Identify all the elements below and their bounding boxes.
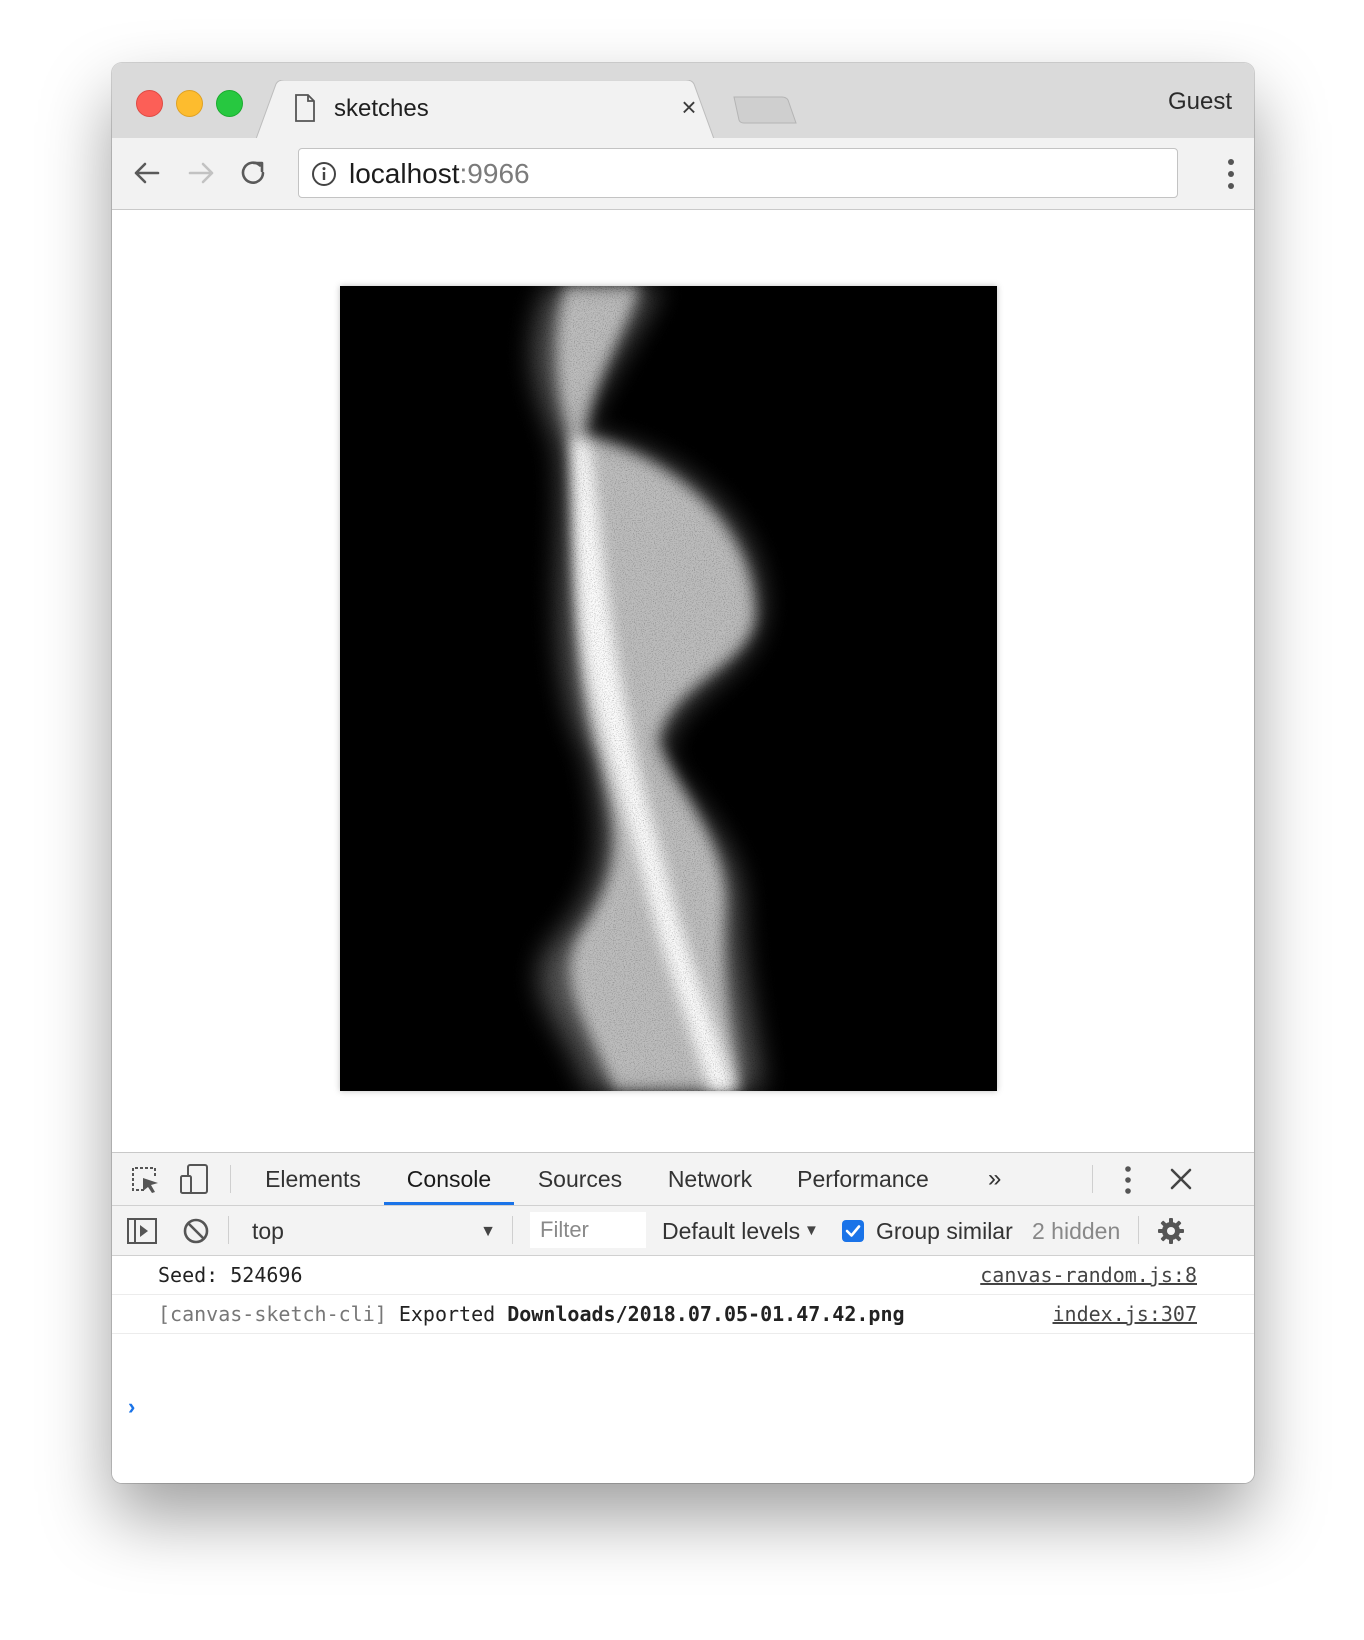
tab-shape xyxy=(256,80,715,139)
console-prompt-icon[interactable]: › xyxy=(128,1394,135,1420)
document-icon xyxy=(295,94,315,122)
url-text: localhost:9966 xyxy=(349,158,530,190)
device-toolbar-icon[interactable] xyxy=(178,1163,210,1195)
console-message: Seed: 524696 canvas-random.js:8 xyxy=(112,1256,1254,1295)
tab-elements[interactable]: Elements xyxy=(246,1153,380,1205)
close-tab-icon[interactable]: × xyxy=(676,94,702,120)
url-port: :9966 xyxy=(459,158,530,189)
filter-input[interactable] xyxy=(530,1212,646,1248)
zoom-window-button[interactable] xyxy=(216,90,243,117)
source-link[interactable]: canvas-random.js:8 xyxy=(980,1263,1197,1287)
hidden-count: 2 hidden xyxy=(1032,1218,1121,1244)
console-message: [canvas-sketch-cli] Exported Downloads/2… xyxy=(112,1295,1254,1334)
minimize-window-button[interactable] xyxy=(176,90,203,117)
log-prefix: [canvas-sketch-cli] xyxy=(158,1302,387,1326)
page-viewport xyxy=(112,210,1254,1153)
context-selector[interactable]: top ▼ xyxy=(240,1216,502,1246)
show-sidebar-icon[interactable] xyxy=(126,1216,158,1246)
tab-network[interactable]: Network xyxy=(646,1153,774,1205)
context-value: top xyxy=(252,1218,284,1244)
clear-console-icon[interactable] xyxy=(182,1217,210,1245)
devtools-panel: Elements Console Sources Network Perform… xyxy=(112,1152,1254,1483)
log-path: Downloads/2018.07.05-01.47.42.png xyxy=(507,1302,905,1326)
log-levels-dropdown[interactable]: Default levels xyxy=(662,1216,800,1246)
reload-icon[interactable] xyxy=(236,156,270,190)
info-icon[interactable] xyxy=(311,161,337,187)
address-bar[interactable]: localhost:9966 xyxy=(298,148,1178,198)
toolbar-divider xyxy=(1138,1216,1139,1244)
url-host: localhost xyxy=(349,158,460,189)
log-text: [canvas-sketch-cli] Exported Downloads/2… xyxy=(158,1302,905,1326)
title-bar: sketches × Guest xyxy=(112,63,1254,139)
new-tab-button[interactable] xyxy=(732,95,798,125)
profile-label[interactable]: Guest xyxy=(1168,88,1232,116)
tab-title: sketches xyxy=(334,95,429,122)
tab-performance[interactable]: Performance xyxy=(778,1153,948,1205)
console-toolbar: top ▼ Default levels ▼ Group similar 2 h… xyxy=(112,1206,1254,1256)
inspect-element-icon[interactable] xyxy=(130,1165,160,1195)
back-arrow-icon[interactable] xyxy=(130,156,164,190)
toolbar-divider xyxy=(512,1216,513,1244)
close-devtools-icon[interactable] xyxy=(1170,1168,1192,1190)
group-similar-checkbox[interactable] xyxy=(842,1220,864,1242)
browser-window: sketches × Guest localhost:9966 Elements… xyxy=(112,63,1254,1483)
browser-menu-icon[interactable] xyxy=(1226,158,1236,190)
log-word: Exported xyxy=(398,1302,496,1326)
tab-sources[interactable]: Sources xyxy=(518,1153,642,1205)
dropdown-arrow-icon: ▼ xyxy=(480,1223,496,1240)
toolbar-divider xyxy=(228,1216,229,1244)
source-link[interactable]: index.js:307 xyxy=(1053,1302,1198,1326)
more-tabs-icon[interactable]: » xyxy=(988,1165,1001,1193)
settings-gear-icon[interactable] xyxy=(1157,1217,1185,1245)
group-similar-label[interactable]: Group similar xyxy=(876,1216,1013,1246)
devtools-tab-bar: Elements Console Sources Network Perform… xyxy=(112,1153,1254,1206)
forward-arrow-icon[interactable] xyxy=(184,156,218,190)
tab-sketches[interactable]: sketches × xyxy=(256,80,716,139)
toolbar-divider xyxy=(1092,1165,1093,1193)
browser-toolbar: localhost:9966 xyxy=(112,138,1254,210)
devtools-menu-icon[interactable] xyxy=(1123,1165,1133,1195)
close-window-button[interactable] xyxy=(136,90,163,117)
toolbar-divider xyxy=(230,1165,231,1193)
sketch-canvas xyxy=(340,286,997,1091)
tab-console[interactable]: Console xyxy=(384,1153,514,1205)
log-text: Seed: 524696 xyxy=(158,1263,303,1287)
checkmark-icon xyxy=(845,1225,861,1237)
dropdown-arrow-icon: ▼ xyxy=(804,1222,819,1239)
